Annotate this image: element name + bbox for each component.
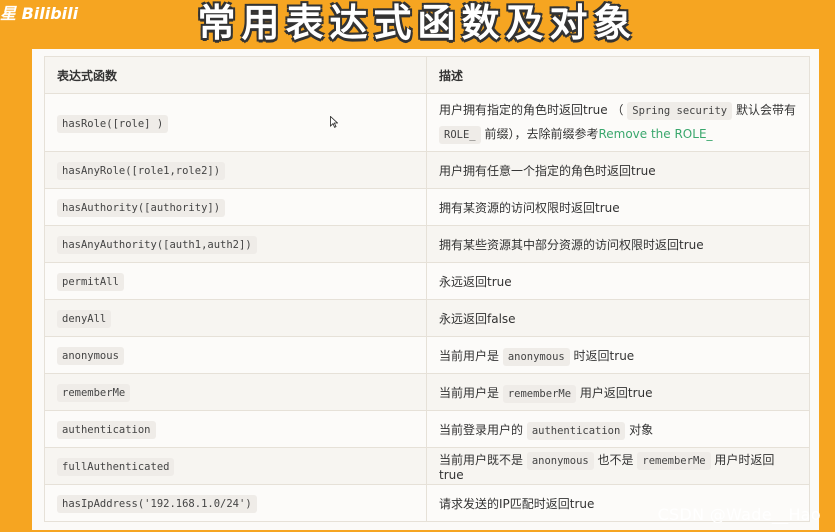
desc-cell: 当前用户是 anonymous 时返回true (426, 336, 810, 374)
expr-code: rememberMe (57, 384, 131, 402)
expr-code: hasAnyAuthority([auth1,auth2]) (57, 236, 257, 254)
desc-text: 对象 (625, 422, 654, 437)
desc-cell: 用户拥有任意一个指定的角色时返回true (426, 151, 810, 189)
banner-title: 常用表达式函数及对象 (197, 0, 638, 45)
expr-code: hasIpAddress('192.168.1.0/24') (57, 495, 257, 513)
expr-cell: fullAuthenticated (44, 447, 427, 485)
expr-cell: hasRole([role] ) (44, 93, 427, 152)
desc-cell: 永远返回false (426, 299, 810, 337)
expr-code: anonymous (57, 347, 124, 365)
desc-cell: 永远返回true (426, 262, 810, 300)
expr-cell: denyAll (44, 299, 427, 337)
expr-cell: permitAll (44, 262, 427, 300)
table-row: rememberMe 当前用户是 rememberMe 用户返回true (44, 373, 810, 411)
desc-cell: 拥有某些资源其中部分资源的访问权限时返回true (426, 225, 810, 263)
expr-code: denyAll (57, 310, 112, 328)
expr-cell: hasAnyRole([role1,role2]) (44, 151, 427, 189)
expr-code: hasRole([role] ) (57, 114, 169, 133)
expr-cell: rememberMe (44, 373, 427, 411)
expr-code: authentication (57, 421, 156, 439)
expr-code: hasAuthority([authority]) (57, 199, 226, 217)
desc-cell: 用户拥有指定的角色时返回true （ Spring security 默认会带有… (426, 93, 810, 152)
desc-code: anonymous (502, 347, 570, 366)
table-row: denyAll 永远返回false (44, 299, 810, 337)
desc-code: authentication (526, 421, 626, 440)
header-expression: 表达式函数 (44, 56, 427, 94)
table-row: fullAuthenticated 当前用户既不是 anonymous 也不是 … (44, 447, 810, 485)
table-row: hasAnyRole([role1,role2]) 用户拥有任意一个指定的角色时… (44, 151, 810, 189)
expr-code: permitAll (57, 273, 124, 291)
table-row: hasAuthority([authority]) 拥有某资源的访问权限时返回t… (44, 188, 810, 226)
remove-role-link[interactable]: Remove the ROLE_ (598, 127, 712, 141)
mouse-pointer-icon (330, 116, 338, 128)
content-panel: 表达式函数 描述 hasRole([role] ) 用户拥有指定的角色时返回tr… (32, 49, 819, 530)
desc-code: rememberMe (637, 451, 711, 470)
desc-text: 当前用户是 (439, 348, 503, 363)
desc-cell: 当前用户既不是 anonymous 也不是 rememberMe 用户时返回tr… (426, 447, 810, 485)
expr-code: fullAuthenticated (57, 458, 175, 476)
table-row: hasRole([role] ) 用户拥有指定的角色时返回true （ Spri… (44, 93, 810, 152)
expr-code: hasAnyRole([role1,role2]) (57, 162, 226, 180)
table-row: hasAnyAuthority([auth1,auth2]) 拥有某些资源其中部… (44, 225, 810, 263)
expr-cell: hasIpAddress('192.168.1.0/24') (44, 484, 427, 522)
header-description: 描述 (426, 56, 810, 94)
desc-text: 用户拥有指定的角色时返回true （ (439, 102, 624, 117)
expr-cell: authentication (44, 410, 427, 448)
desc-text: 默认会带有 (735, 102, 796, 117)
table-row: anonymous 当前用户是 anonymous 时返回true (44, 336, 810, 374)
csdn-watermark: CSDN @Wade__Hao (657, 505, 821, 524)
banner: 常用表达式函数及对象 (0, 0, 835, 46)
desc-text: 用户返回true (576, 385, 653, 400)
desc-code: anonymous (526, 451, 594, 470)
table-header-row: 表达式函数 描述 (44, 56, 810, 94)
desc-code: rememberMe (502, 384, 577, 403)
desc-text: 当前用户是 (439, 385, 503, 400)
expr-cell: hasAuthority([authority]) (44, 188, 427, 226)
desc-code: Spring security (627, 101, 733, 120)
desc-text: 前缀），去除前缀参考 (484, 126, 599, 141)
expr-cell: anonymous (44, 336, 427, 374)
desc-cell: 拥有某资源的访问权限时返回true (426, 188, 810, 226)
desc-text: 时返回true (569, 348, 635, 363)
expr-cell: hasAnyAuthority([auth1,auth2]) (44, 225, 427, 263)
desc-text: 当前用户既不是 (439, 452, 527, 467)
desc-text: 也不是 (593, 452, 638, 467)
table-row: permitAll 永远返回true (44, 262, 810, 300)
desc-code: ROLE_ (439, 125, 481, 144)
expression-table: 表达式函数 描述 hasRole([role] ) 用户拥有指定的角色时返回tr… (44, 56, 810, 522)
table-row: authentication 当前登录用户的 authentication 对象 (44, 410, 810, 448)
desc-cell: 当前登录用户的 authentication 对象 (426, 410, 810, 448)
desc-cell: 当前用户是 rememberMe 用户返回true (426, 373, 810, 411)
desc-text: 当前登录用户的 (439, 422, 527, 437)
